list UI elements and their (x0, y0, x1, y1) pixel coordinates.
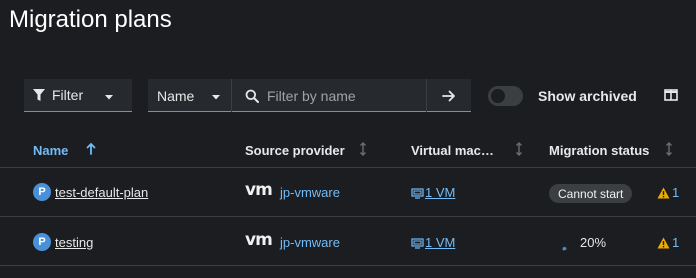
vm-count-label: 1 VM (425, 185, 456, 200)
plan-name-link[interactable]: test-default-plan (55, 185, 148, 200)
filter-label: Filter (52, 87, 84, 103)
column-header-virtual-machines[interactable]: Virtual mac… (411, 143, 494, 158)
toggle-knob (491, 89, 505, 103)
warning-icon (657, 237, 670, 249)
search-field (233, 79, 425, 112)
progress-percent: 20% (580, 235, 607, 250)
virtual-machine-icon (411, 237, 424, 249)
search-input[interactable] (267, 87, 417, 104)
vm-count-link[interactable]: 1 VM (411, 185, 455, 200)
chevron-down-icon (104, 89, 114, 105)
plan-badge: P (33, 233, 51, 251)
provider-link[interactable]: jp-vmware (280, 185, 340, 200)
manage-columns-icon[interactable] (664, 88, 678, 107)
warning-icon (657, 187, 670, 199)
warning-count: 1 (672, 185, 680, 200)
warning-indicator[interactable]: 1 (657, 235, 679, 250)
table-row: P testing vm jp-vmware 1 VM 20% 1 (0, 217, 696, 265)
vmware-logo: vm (245, 230, 273, 250)
column-header-name[interactable]: Name (33, 143, 68, 158)
attribute-select-label: Name (157, 87, 195, 104)
table-divider (0, 265, 696, 266)
filter-dropdown[interactable]: Filter (24, 79, 132, 112)
sort-icon[interactable] (358, 142, 368, 161)
search-icon (245, 89, 259, 103)
table-row: P test-default-plan vm jp-vmware 1 VM Ca… (0, 168, 696, 216)
vmware-logo: vm (245, 180, 273, 200)
sort-icon[interactable] (664, 142, 674, 161)
show-archived-label: Show archived (538, 88, 637, 104)
warning-count: 1 (672, 235, 680, 250)
show-archived-toggle[interactable] (488, 86, 523, 106)
column-header-source-provider[interactable]: Source provider (245, 143, 345, 158)
vm-count-link[interactable]: 1 VM (411, 235, 455, 250)
vm-count-label: 1 VM (425, 235, 456, 250)
arrow-right-icon (442, 89, 456, 103)
sort-ascending-icon[interactable] (86, 142, 96, 161)
status-badge: Cannot start (549, 184, 633, 203)
attribute-select[interactable]: Name (148, 79, 232, 112)
column-header-migration-status[interactable]: Migration status (549, 143, 649, 158)
chevron-down-icon (211, 89, 221, 105)
plan-badge: P (33, 183, 51, 201)
progress-donut-track (552, 231, 572, 251)
filter-icon (32, 88, 46, 102)
search-submit-button[interactable] (426, 79, 471, 112)
virtual-machine-icon (411, 187, 424, 199)
plan-name-link[interactable]: testing (55, 235, 93, 250)
provider-link[interactable]: jp-vmware (280, 235, 340, 250)
page-title: Migration plans (9, 6, 172, 33)
warning-indicator[interactable]: 1 (657, 185, 679, 200)
sort-icon[interactable] (514, 142, 524, 161)
progress-donut (552, 231, 572, 256)
